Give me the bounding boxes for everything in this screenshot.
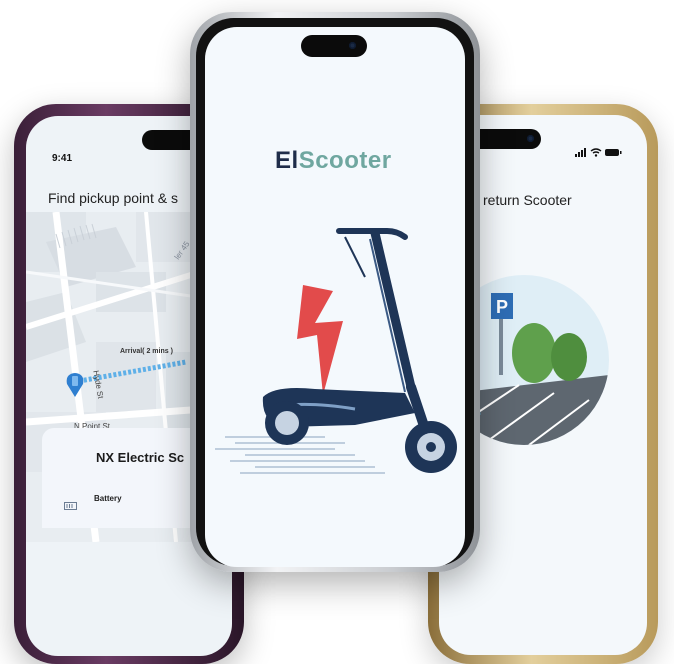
front-camera-icon	[527, 135, 534, 142]
dynamic-island	[301, 35, 367, 57]
page-heading: Find pickup point & s	[48, 190, 178, 206]
status-time: 9:41	[52, 153, 73, 164]
front-camera-icon	[349, 42, 356, 49]
app-title-part2: Scooter	[298, 147, 392, 174]
app-title: ElScooter	[275, 147, 392, 175]
status-icons	[575, 148, 622, 157]
battery-icon	[64, 502, 77, 510]
center-phone: ElScooter	[190, 12, 480, 572]
parking-sign-letter: P	[496, 297, 508, 317]
center-phone-screen: ElScooter	[205, 27, 465, 567]
scooter-name: NX Electric Sc	[96, 450, 185, 465]
page-heading: return Scooter	[483, 192, 572, 208]
arrival-label: Arrival( 2 mins )	[120, 348, 173, 355]
lightning-bolt-icon	[297, 285, 343, 395]
scooter-illustration	[215, 228, 457, 474]
app-title-part1: El	[275, 147, 299, 174]
location-pin-icon[interactable]	[64, 370, 86, 398]
battery-label: Battery	[94, 494, 122, 503]
